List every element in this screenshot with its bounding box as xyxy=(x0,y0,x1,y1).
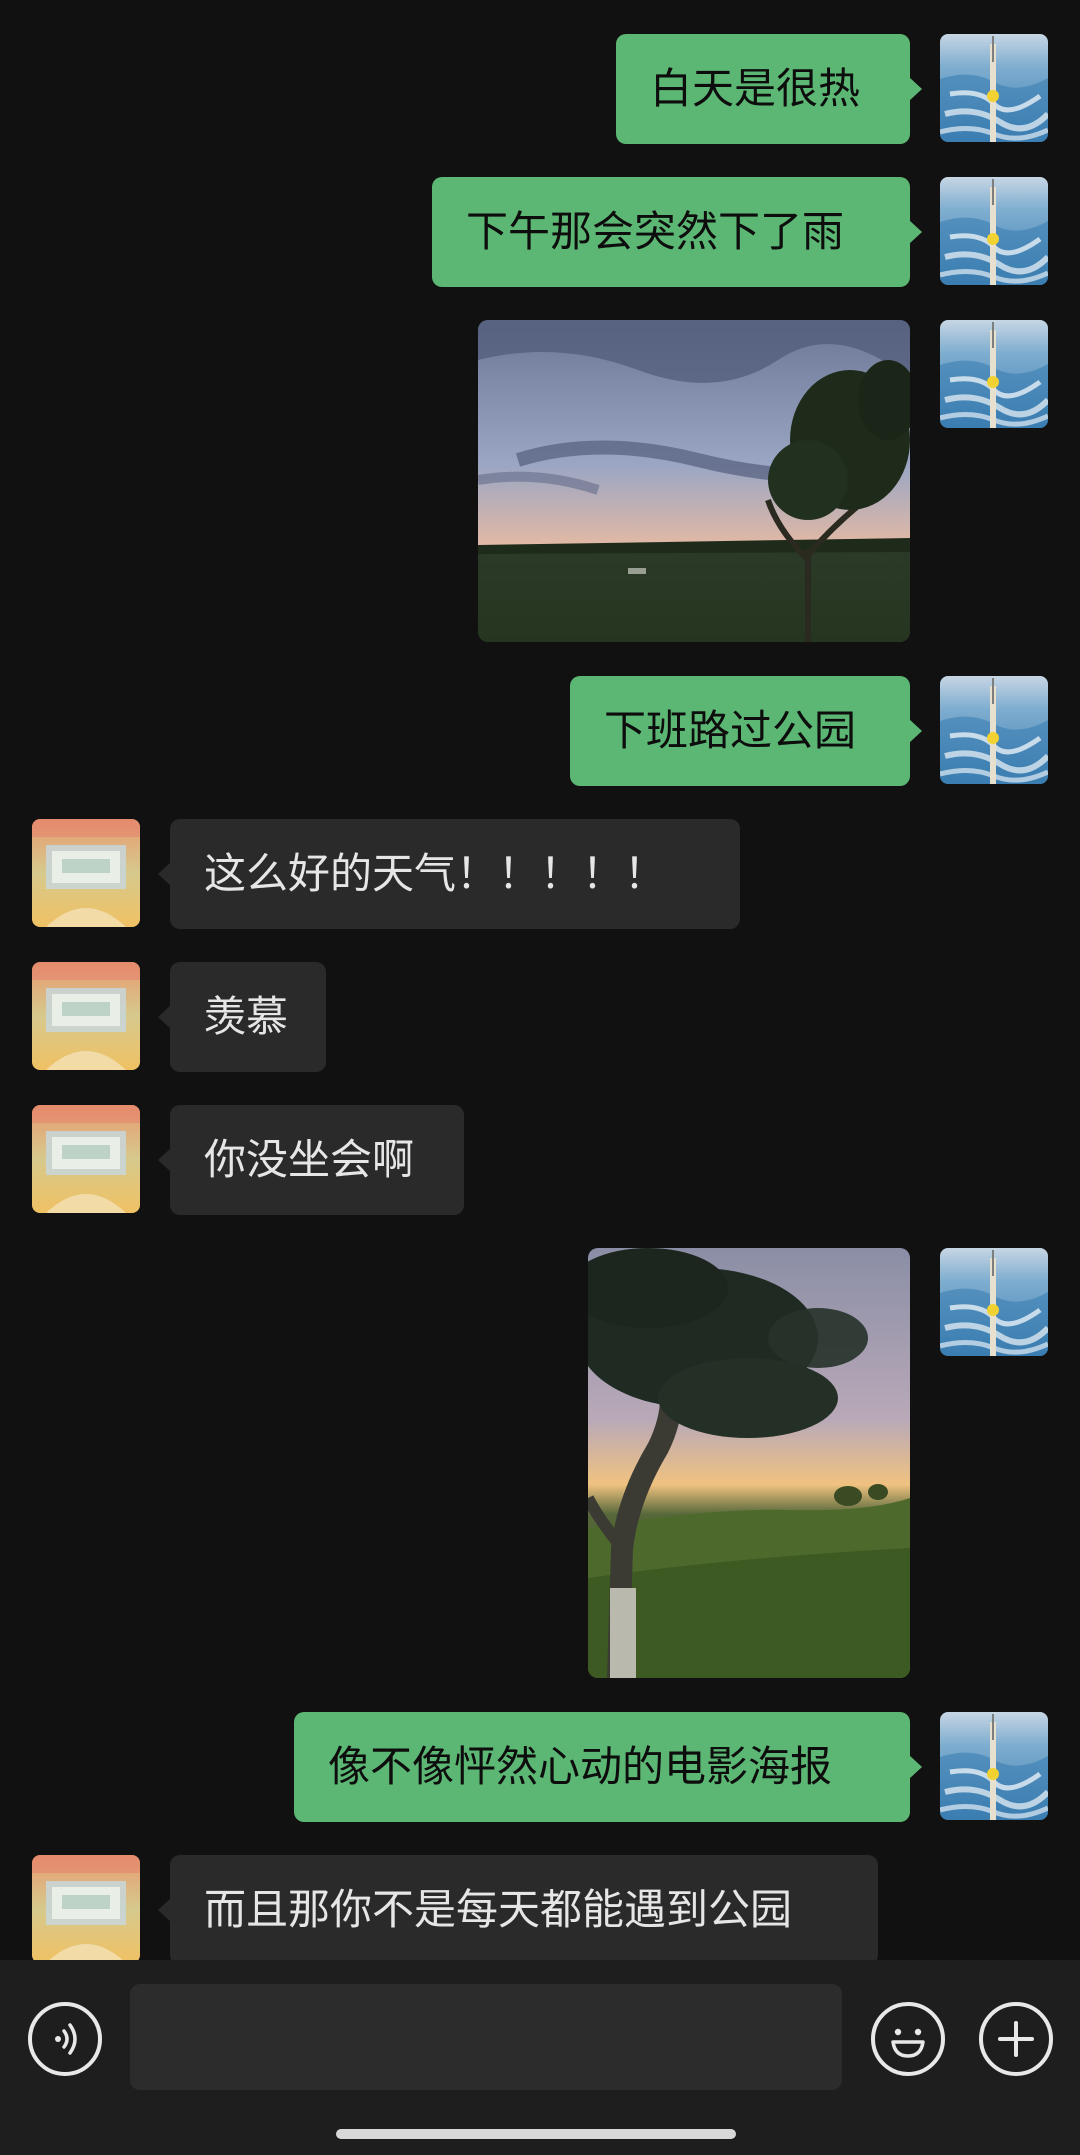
contact-avatar[interactable] xyxy=(32,819,140,927)
voice-icon[interactable] xyxy=(28,2002,102,2076)
tree-hill-photo[interactable] xyxy=(588,1248,910,1678)
home-indicator[interactable] xyxy=(336,2129,736,2139)
contact-message-bubble[interactable]: 你没坐会啊 xyxy=(158,1105,464,1215)
my-avatar[interactable] xyxy=(940,676,1048,784)
message-text: 这么好的天气！！！！！ xyxy=(204,849,667,898)
message-text: 下班路过公园 xyxy=(604,706,857,755)
my-avatar[interactable] xyxy=(940,1248,1048,1356)
park-sunset-photo[interactable] xyxy=(478,320,910,642)
message-text: 白天是很热 xyxy=(650,64,861,113)
contact-avatar[interactable] xyxy=(32,962,140,1070)
message-input[interactable] xyxy=(130,1984,842,2090)
my-avatar[interactable] xyxy=(940,320,1048,428)
message-text: 羡慕 xyxy=(204,992,289,1041)
my-message-bubble[interactable]: 白天是很热 xyxy=(616,34,922,144)
my-message-bubble[interactable]: 下班路过公园 xyxy=(570,676,922,786)
emoji-icon[interactable] xyxy=(871,2002,945,2076)
contact-avatar[interactable] xyxy=(32,1855,140,1960)
my-message-bubble[interactable]: 像不像怦然心动的电影海报 xyxy=(294,1712,922,1822)
message-list[interactable]: 白天是很热 下午那会突然下了雨 下班路过公园 这么好的天气！！！！！ 羡慕 你没… xyxy=(0,0,1080,1960)
my-message-bubble[interactable]: 下午那会突然下了雨 xyxy=(432,177,922,287)
message-text: 下午那会突然下了雨 xyxy=(466,207,845,256)
contact-message-bubble[interactable]: 羡慕 xyxy=(158,962,326,1072)
contact-avatar[interactable] xyxy=(32,1105,140,1213)
contact-message-bubble[interactable]: 这么好的天气！！！！！ xyxy=(158,819,740,929)
chat-screen: 白天是很热 下午那会突然下了雨 下班路过公园 这么好的天气！！！！！ 羡慕 你没… xyxy=(0,0,1080,2155)
plus-icon[interactable] xyxy=(979,2002,1053,2076)
message-text: 你没坐会啊 xyxy=(204,1135,415,1184)
contact-message-bubble[interactable]: 而且那你不是每天都能遇到公园 xyxy=(158,1855,878,1960)
message-text: 而且那你不是每天都能遇到公园 xyxy=(204,1885,793,1934)
my-avatar[interactable] xyxy=(940,34,1048,142)
my-avatar[interactable] xyxy=(940,177,1048,285)
message-text: 像不像怦然心动的电影海报 xyxy=(328,1742,833,1791)
my-avatar[interactable] xyxy=(940,1712,1048,1820)
input-bar xyxy=(0,1960,1080,2155)
